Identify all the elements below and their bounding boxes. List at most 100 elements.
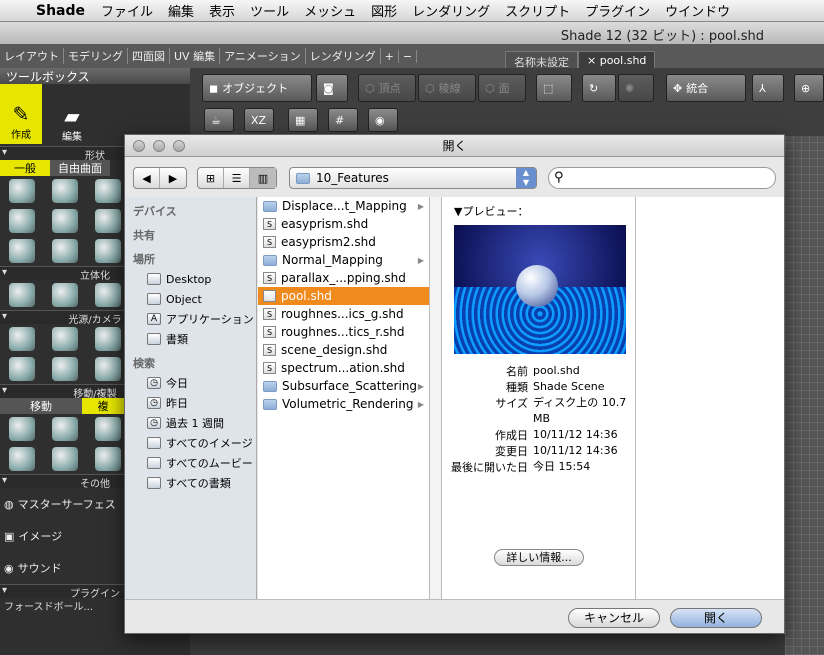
open-button[interactable]: 開く [670,608,762,628]
tab-uv-edit[interactable]: UV 編集 [170,48,221,64]
menu-plugin[interactable]: プラグイン [585,1,650,20]
add-tab-button[interactable]: + [381,49,399,63]
tab-move[interactable]: 移動 [0,398,82,414]
spot-light-icon[interactable] [51,327,78,351]
cone-icon[interactable] [95,209,122,233]
sidebar-item-all-movies[interactable]: すべてのムービー [125,453,256,473]
cancel-button[interactable]: キャンセル [568,608,660,628]
remove-tab-button[interactable]: − [399,49,418,63]
sidebar-places-heading[interactable]: 場所 [125,245,256,269]
sidebar-search-heading[interactable]: 検索 [125,349,256,373]
rectangle-icon[interactable] [95,179,122,203]
preview-heading[interactable]: ▼プレビュー： [454,203,528,219]
location-popup[interactable]: 10_Features ▲ ▼ [289,167,537,189]
closed-curve-icon[interactable] [51,179,78,203]
integrate-button[interactable]: ✥ 統合 [666,74,746,102]
sidebar-item-today[interactable]: ◷ 今日 [125,373,256,393]
close-window-button[interactable] [133,140,145,152]
tab-general[interactable]: 一般 [0,160,50,176]
menu-tool[interactable]: ツール [250,1,289,20]
four-view-button[interactable]: ▦ [288,108,318,132]
sweep-icon[interactable] [51,283,78,307]
cube-icon[interactable] [8,209,35,233]
capsule-icon[interactable] [51,239,78,263]
list-item[interactable]: Sspectrum...ation.shd [258,359,429,377]
menu-view[interactable]: 表示 [209,1,235,20]
list-item[interactable]: Sscene_design.shd [258,341,429,359]
refresh-button[interactable]: ↻ [582,74,616,102]
tab-free-surface[interactable]: 自由曲面 [50,160,110,176]
column-resize-handle[interactable] [430,197,442,599]
torus-icon[interactable] [95,239,122,263]
menu-edit[interactable]: 編集 [168,1,194,20]
list-item[interactable]: Displace...t_Mapping ▶ [258,197,429,215]
target-button[interactable]: ⊕ [794,74,824,102]
3d-viewport[interactable] [785,136,824,655]
app-menu[interactable]: Shade [36,3,85,19]
tab-four-views[interactable]: 四面図 [128,48,170,64]
list-item[interactable]: Seasyprism.shd [258,215,429,233]
menu-render[interactable]: レンダリング [412,1,490,20]
curve-icon[interactable] [8,179,35,203]
sidebar-item-all-documents[interactable]: すべての書類 [125,473,256,493]
sidebar-item-past-week[interactable]: ◷ 過去 1 週間 [125,413,256,433]
point-light-icon[interactable] [8,327,35,351]
extrude-icon[interactable] [8,283,35,307]
tab-rendering[interactable]: レンダリング [306,48,381,64]
back-button[interactable]: ◀ [134,168,160,188]
directional-light-icon[interactable] [95,327,122,351]
sidebar-item-object[interactable]: Object [125,289,256,309]
tab-modeling[interactable]: モデリング [64,48,128,64]
area-light-icon[interactable] [8,357,35,381]
list-item[interactable]: Sroughnes...ics_g.shd [258,305,429,323]
material-button[interactable]: ◉ [368,108,398,132]
sidebar-item-yesterday[interactable]: ◷ 昨日 [125,393,256,413]
camera-icon[interactable] [95,357,122,381]
more-info-button[interactable]: 詳しい情報... [494,549,584,566]
cylinder-icon[interactable] [8,239,35,263]
list-item-selected[interactable]: Spool.shd [258,287,429,305]
sidebar-shared-heading[interactable]: 共有 [125,221,256,245]
zoom-window-button[interactable] [173,140,185,152]
list-item[interactable]: Volumetric_Rendering ▶ [258,395,429,413]
sidebar-item-documents[interactable]: 書類 [125,329,256,349]
sidebar-devices-heading[interactable]: デバイス [125,197,256,221]
revolve-icon[interactable] [95,283,122,307]
move-icon[interactable] [8,417,35,441]
minimize-window-button[interactable] [153,140,165,152]
world-button[interactable]: ⅄ [752,74,784,102]
list-item[interactable]: Normal_Mapping ▶ [258,251,429,269]
render-button[interactable]: ☕ [204,108,234,132]
tab-layout[interactable]: レイアウト [0,48,64,64]
object-mode-button[interactable]: ◼ オブジェクト [202,74,312,102]
menu-window[interactable]: ウインドウ [665,1,730,20]
icon-view-button[interactable]: ⊞ [198,168,224,188]
list-item[interactable]: Sroughnes...tics_r.shd [258,323,429,341]
tab-copy[interactable]: 複 [82,398,124,414]
vertex-mode-button[interactable]: ⬡ 頂点 [358,74,416,102]
scale-icon[interactable] [95,417,122,441]
mirror-icon[interactable] [95,447,122,471]
menu-file[interactable]: ファイル [101,1,153,20]
edit-mode-button[interactable]: ▰ 編集 [42,84,102,146]
menu-mesh[interactable]: メッシュ [304,1,356,20]
tab-animation[interactable]: アニメーション [220,48,306,64]
shear-icon[interactable] [8,447,35,471]
sidebar-item-all-images[interactable]: すべてのイメージ [125,433,256,453]
forward-button[interactable]: ▶ [160,168,186,188]
list-item[interactable]: Sparallax_...pping.shd [258,269,429,287]
list-item[interactable]: Subsurface_Scattering ▶ [258,377,429,395]
list-view-button[interactable]: ☰ [224,168,250,188]
list-item[interactable]: Seasyprism2.shd [258,233,429,251]
paint-button[interactable]: ✺ [618,74,654,102]
sidebar-item-desktop[interactable]: Desktop [125,269,256,289]
column-view-button[interactable]: ▥ [250,168,276,188]
grid-button[interactable]: # [328,108,358,132]
rotate-icon[interactable] [51,417,78,441]
menu-script[interactable]: スクリプト [505,1,570,20]
xz-view-button[interactable]: XZ [244,108,274,132]
selection-button[interactable]: ⬚ [536,74,572,102]
create-mode-button[interactable]: ✎ 作成 [0,84,42,144]
camera-button[interactable]: ◙ [316,74,348,102]
menu-shape[interactable]: 図形 [371,1,397,20]
